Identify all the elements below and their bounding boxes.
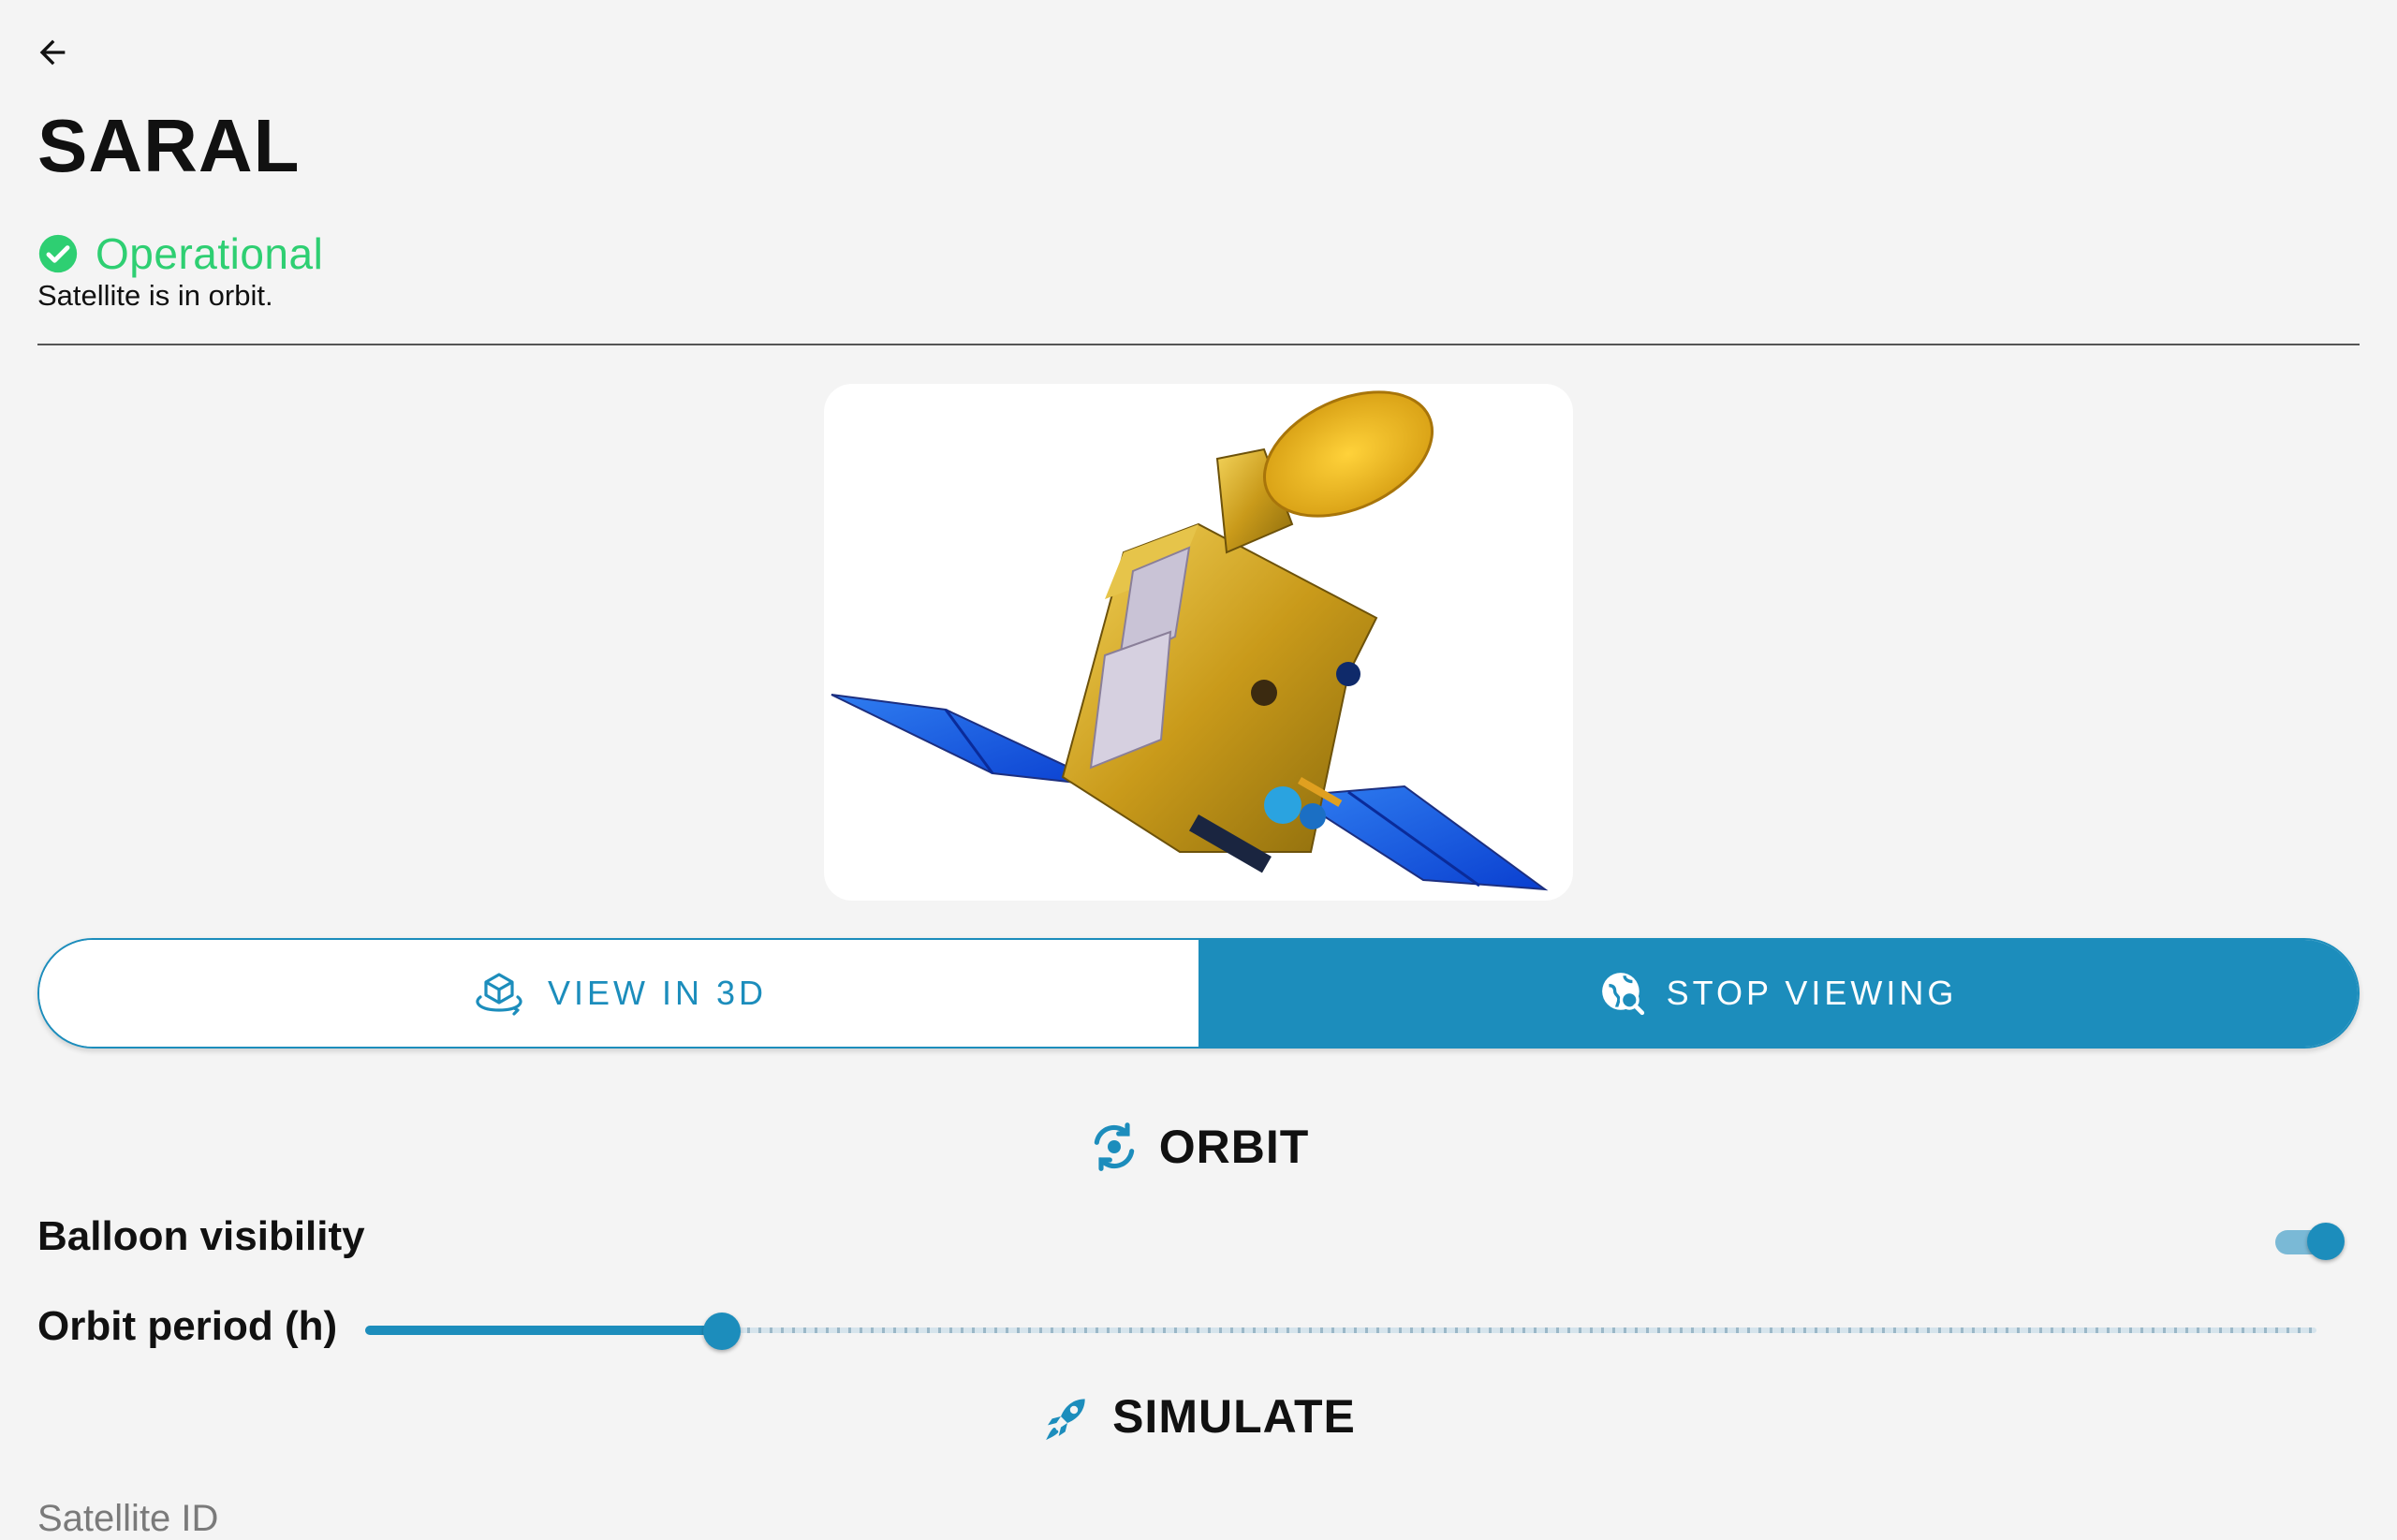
simulate-heading: SIMULATE — [1112, 1390, 1356, 1443]
orbit-period-label: Orbit period (h) — [37, 1303, 338, 1349]
satellite-image — [824, 384, 1573, 901]
globe-search-icon — [1601, 973, 1644, 1016]
view-in-3d-button[interactable]: VIEW IN 3D — [39, 940, 1198, 1047]
orbit-refresh-icon — [1094, 1122, 1134, 1171]
cube-rotate-icon — [476, 973, 522, 1016]
orbit-heading: ORBIT — [1158, 1121, 1310, 1173]
view-in-3d-label: VIEW IN 3D — [547, 974, 768, 1012]
slider-track — [365, 1326, 723, 1335]
view-mode-toggle: VIEW IN 3D STOP VIEWING — [37, 938, 2360, 1049]
rocket-icon — [1046, 1399, 1085, 1441]
balloon-visibility-switch[interactable] — [2272, 1221, 2345, 1260]
status-label: Operational — [96, 229, 324, 278]
back-button[interactable] — [26, 26, 79, 79]
status-row: Operational — [37, 228, 323, 279]
stop-viewing-button[interactable]: STOP VIEWING — [1198, 940, 2358, 1047]
satellite-illustration — [831, 390, 1549, 891]
check-circle-icon — [38, 234, 78, 273]
simulate-section-heading: SIMULATE — [0, 1389, 2397, 1444]
divider — [37, 344, 2360, 345]
slider-thumb[interactable] — [703, 1313, 742, 1350]
switch-thumb — [2307, 1223, 2345, 1260]
page-title: SARAL — [37, 104, 301, 187]
orbit-section-heading: ORBIT — [0, 1120, 2397, 1174]
stop-viewing-label: STOP VIEWING — [1666, 974, 1958, 1012]
status-description: Satellite is in orbit. — [37, 279, 273, 312]
arrow-left-icon — [39, 39, 66, 66]
orbit-period-slider[interactable] — [365, 1307, 2316, 1356]
satellite-id-label: Satellite ID — [37, 1498, 219, 1539]
balloon-visibility-label: Balloon visibility — [37, 1213, 365, 1259]
